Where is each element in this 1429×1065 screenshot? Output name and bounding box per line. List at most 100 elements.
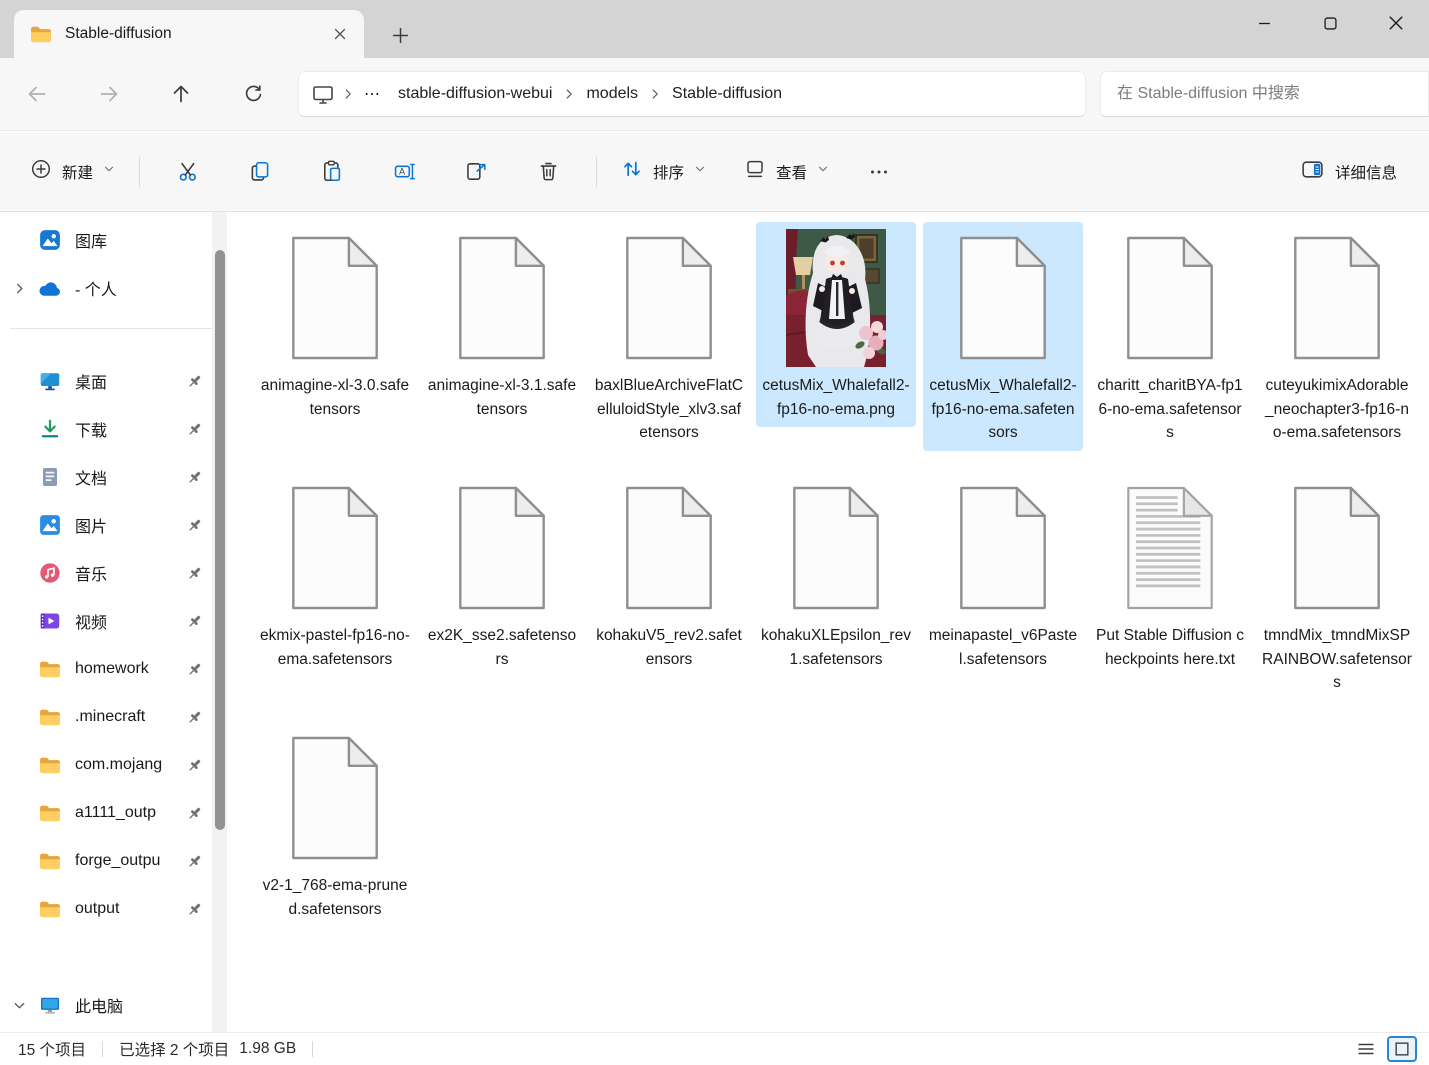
svg-text:A: A: [399, 167, 405, 177]
maximize-button[interactable]: [1297, 0, 1363, 46]
sidebar-scrollbar[interactable]: [212, 212, 227, 1032]
file-name: cuteyukimixAdorable_neochapter3-fp16-no-…: [1262, 374, 1412, 445]
blank-file-icon: [589, 222, 749, 374]
file-tile[interactable]: Put Stable Diffusion checkpoints here.tx…: [1090, 472, 1250, 677]
sidebar-item-com-mojang[interactable]: com.mojang: [0, 741, 207, 789]
breadcrumb-chevron-icon: [561, 87, 577, 101]
paste-button[interactable]: [303, 151, 361, 193]
blank-file-icon: [923, 472, 1083, 624]
file-tile[interactable]: kohakuV5_rev2.safetensors: [589, 472, 749, 677]
tab-stable-diffusion[interactable]: Stable-diffusion: [14, 10, 364, 58]
file-tile[interactable]: cetusMix_Whalefall2-fp16-no-ema.png: [756, 222, 916, 427]
sidebar-item-homework[interactable]: homework: [0, 645, 207, 693]
search-input[interactable]: [1101, 72, 1428, 116]
list-view-toggle[interactable]: [1351, 1036, 1381, 1062]
share-button[interactable]: [447, 151, 505, 193]
sidebar-scrollbar-thumb[interactable]: [215, 250, 225, 830]
file-name: animagine-xl-3.0.safetensors: [260, 374, 410, 421]
file-name: ekmix-pastel-fp16-no-ema.safetensors: [260, 624, 410, 671]
tab-close-icon[interactable]: [326, 20, 354, 48]
blank-file-icon: [923, 222, 1083, 374]
pin-icon: [183, 421, 205, 438]
sidebar-item-label: 图片: [75, 513, 183, 537]
cut-button[interactable]: [159, 151, 217, 193]
sidebar-item-pictures[interactable]: 图片: [0, 501, 207, 549]
sidebar-item-videos[interactable]: 视频: [0, 597, 207, 645]
new-button[interactable]: 新建: [18, 151, 127, 193]
file-tile[interactable]: tmndMix_tmndMixSPRAINBOW.safetensors: [1257, 472, 1417, 701]
file-explorer-window: Stable-diffusion: [0, 0, 1429, 1065]
file-name: animagine-xl-3.1.safetensors: [427, 374, 577, 421]
view-button[interactable]: 查看: [732, 151, 841, 193]
this-pc-icon[interactable]: [311, 84, 340, 105]
sort-button[interactable]: 排序: [609, 151, 718, 193]
details-pane-button[interactable]: 详细信息: [1290, 151, 1407, 193]
breadcrumb-segment[interactable]: stable-diffusion-webui: [389, 81, 561, 107]
close-button[interactable]: [1363, 0, 1429, 46]
status-bar: 15 个项目 已选择 2 个项目 1.98 GB: [0, 1032, 1429, 1065]
file-tile[interactable]: baxlBlueArchiveFlatCelluloidStyle_xlv3.s…: [589, 222, 749, 451]
sidebar-item-downloads[interactable]: 下载: [0, 405, 207, 453]
sidebar-item-label: 桌面: [75, 369, 183, 393]
blank-file-icon: [255, 722, 415, 874]
rename-button[interactable]: A: [375, 151, 433, 193]
file-name: baxlBlueArchiveFlatCelluloidStyle_xlv3.s…: [594, 374, 744, 445]
address-bar[interactable]: ⋯ stable-diffusion-webui models Stable-d…: [298, 71, 1086, 117]
forward-button[interactable]: [88, 73, 130, 115]
file-name: kohakuV5_rev2.safetensors: [594, 624, 744, 671]
chevron-right-icon[interactable]: [0, 281, 38, 296]
file-grid: animagine-xl-3.0.safetensors animagine-xl…: [235, 212, 1429, 1032]
blank-file-icon: [255, 472, 415, 624]
videos-icon: [38, 609, 62, 633]
file-grid-row: ekmix-pastel-fp16-no-ema.safetensors ex2K…: [255, 472, 1417, 701]
sidebar-item-this-pc[interactable]: 此电脑: [0, 981, 207, 1029]
chevron-down-icon[interactable]: [0, 998, 38, 1013]
chevron-down-icon: [102, 162, 116, 181]
back-button[interactable]: [16, 73, 58, 115]
file-name: ex2K_sse2.safetensors: [427, 624, 577, 671]
selection-size: 1.98 GB: [239, 1040, 296, 1058]
minimize-button[interactable]: [1231, 0, 1297, 46]
delete-button[interactable]: [519, 151, 577, 193]
sidebar-item-forge-outpu[interactable]: forge_outpu: [0, 837, 207, 885]
sidebar-item-music[interactable]: 音乐: [0, 549, 207, 597]
file-tile[interactable]: cuteyukimixAdorable_neochapter3-fp16-no-…: [1257, 222, 1417, 451]
pin-icon: [183, 709, 205, 726]
file-tile[interactable]: kohakuXLEpsilon_rev1.safetensors: [756, 472, 916, 677]
sidebar-item-label: 音乐: [75, 561, 183, 585]
sidebar-item-a1111-outp[interactable]: a1111_outp: [0, 789, 207, 837]
refresh-button[interactable]: [232, 73, 274, 115]
file-tile[interactable]: charitt_charitBYA-fp16-no-ema.safetensor…: [1090, 222, 1250, 451]
tab-title: Stable-diffusion: [65, 25, 172, 43]
folder-icon: [38, 849, 62, 873]
file-tile[interactable]: v2-1_768-ema-pruned.safetensors: [255, 722, 415, 927]
computer-icon: [38, 993, 62, 1017]
copy-button[interactable]: [231, 151, 289, 193]
sidebar-item-minecraft[interactable]: .minecraft: [0, 693, 207, 741]
sidebar-item-label: 下载: [75, 417, 183, 441]
new-tab-button[interactable]: [386, 21, 414, 49]
file-tile[interactable]: animagine-xl-3.1.safetensors: [422, 222, 582, 427]
blank-file-icon: [1257, 222, 1417, 374]
sidebar-item-gallery[interactable]: 图库: [0, 216, 207, 264]
file-tile[interactable]: cetusMix_Whalefall2-fp16-no-ema.safetens…: [923, 222, 1083, 451]
sidebar-item-label: a1111_outp: [75, 804, 183, 822]
blank-file-icon: [1090, 222, 1250, 374]
icons-view-toggle[interactable]: [1387, 1036, 1417, 1062]
sidebar-item-onedrive[interactable]: - 个人: [0, 264, 207, 312]
sidebar-item-output[interactable]: output: [0, 885, 207, 933]
breadcrumb-segment[interactable]: models: [577, 81, 647, 107]
sidebar-item-desktop[interactable]: 桌面: [0, 357, 207, 405]
toolbar-divider: [596, 157, 597, 187]
file-tile[interactable]: ekmix-pastel-fp16-no-ema.safetensors: [255, 472, 415, 677]
breadcrumb-overflow[interactable]: ⋯: [356, 80, 389, 108]
up-button[interactable]: [160, 73, 202, 115]
file-tile[interactable]: meinapastel_v6Pastel.safetensors: [923, 472, 1083, 677]
breadcrumb-segment[interactable]: Stable-diffusion: [663, 81, 791, 107]
pin-icon: [183, 901, 205, 918]
file-tile[interactable]: animagine-xl-3.0.safetensors: [255, 222, 415, 427]
folder-icon: [38, 801, 62, 825]
file-tile[interactable]: ex2K_sse2.safetensors: [422, 472, 582, 677]
more-options-button[interactable]: [855, 151, 903, 193]
sidebar-item-documents[interactable]: 文档: [0, 453, 207, 501]
